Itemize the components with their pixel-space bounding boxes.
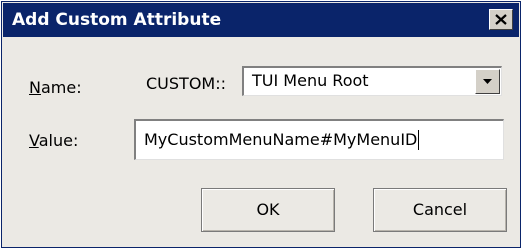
close-button[interactable] [489,9,513,30]
value-label-accelerator: V [29,131,39,150]
title-bar[interactable]: Add Custom Attribute [3,3,519,37]
value-input[interactable]: MyCustomMenuName#MyMenuID [134,119,504,160]
close-x-icon [495,14,507,25]
name-label: Name: [29,78,82,98]
ok-button[interactable]: OK [201,188,335,232]
value-label-text: alue: [38,131,79,150]
name-label-text: ame: [40,78,82,97]
custom-prefix-label: CUSTOM:: [146,74,226,93]
value-input-content: MyCustomMenuName#MyMenuID [144,130,418,149]
name-dropdown-button[interactable] [475,69,500,94]
text-caret [418,130,420,150]
add-custom-attribute-dialog: Add Custom Attribute Name: CUSTOM:: TUI … [1,1,521,248]
value-input-text: MyCustomMenuName#MyMenuID [144,130,420,150]
cancel-button[interactable]: Cancel [373,188,507,232]
name-combobox-value: TUI Menu Root [252,71,369,90]
name-combobox[interactable]: TUI Menu Root [242,66,502,96]
dialog-title: Add Custom Attribute [12,10,222,30]
value-label: Value: [29,131,78,151]
chevron-down-icon [483,79,492,84]
name-label-accelerator: N [29,78,41,97]
